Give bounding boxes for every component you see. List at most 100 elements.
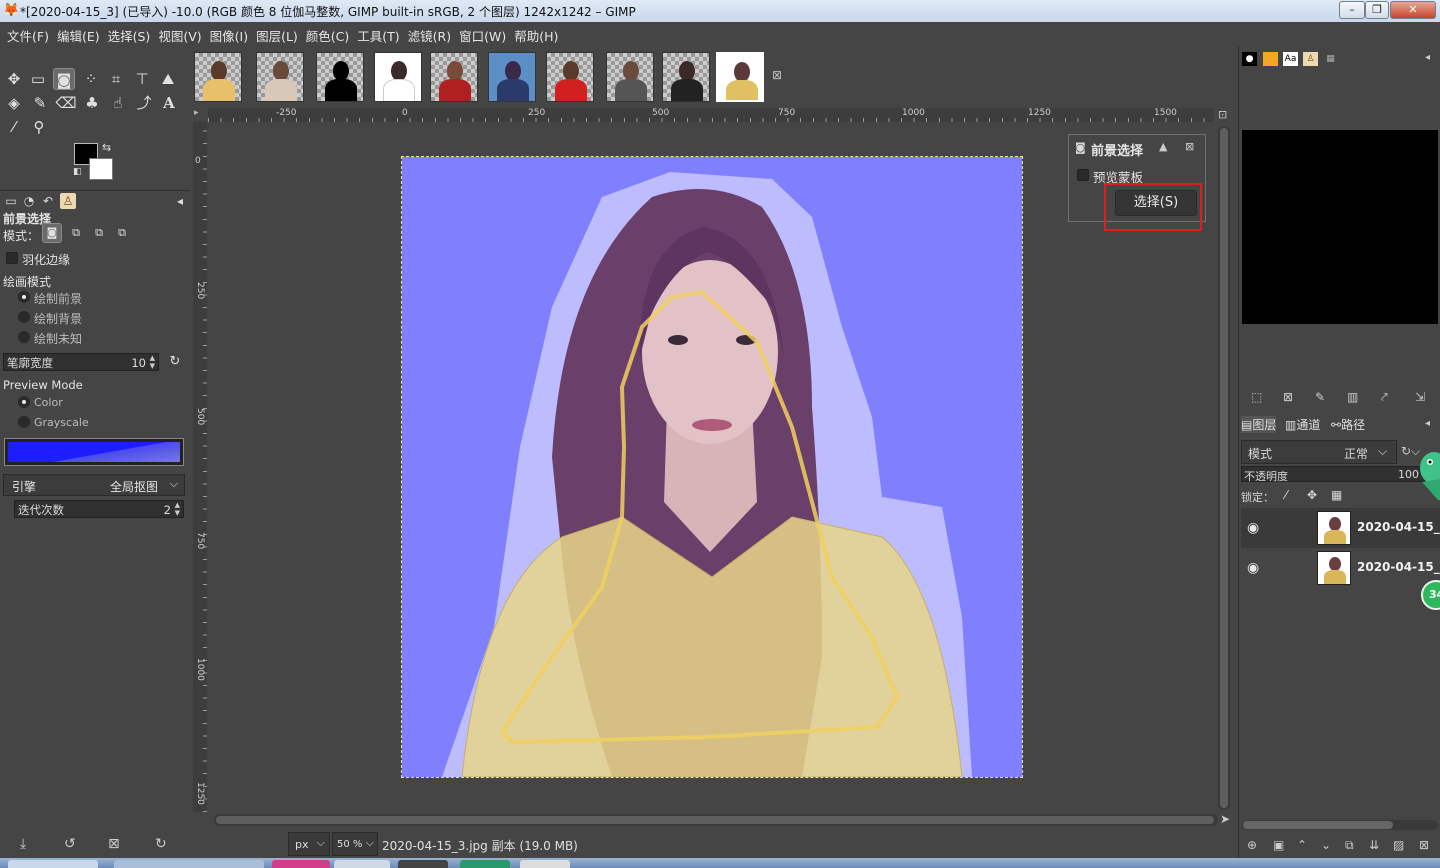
close-icon[interactable]: ⊠ <box>1185 140 1194 153</box>
menu-view[interactable]: 视图(V) <box>155 22 206 46</box>
menu-filters[interactable]: 滤镜(R) <box>405 22 456 46</box>
taskbar-item[interactable] <box>460 860 510 868</box>
mask-layer-icon[interactable]: ▨ <box>1393 838 1404 852</box>
save-options-icon[interactable]: ⤓ <box>20 836 26 852</box>
rect-select-tool-icon[interactable]: ▭ <box>27 68 49 90</box>
image-canvas[interactable] <box>208 122 1216 812</box>
anchor-layer-icon[interactable]: ⇊ <box>1369 838 1379 852</box>
tab-channels[interactable]: ▥通道 <box>1285 416 1320 433</box>
duplicate-icon[interactable]: ▥ <box>1347 390 1358 404</box>
quick-mask-menu-icon[interactable]: ▸ <box>194 108 206 120</box>
image-tab[interactable] <box>430 52 478 102</box>
reset-stroke-width-icon[interactable]: ↻ <box>164 351 186 373</box>
engine-combo[interactable]: 引擎 全局抠图 ⌵ <box>3 474 185 496</box>
image-with-mask[interactable] <box>401 156 1023 778</box>
lower-layer-icon[interactable]: ⌄ <box>1321 838 1331 852</box>
device-status-tab-icon[interactable]: ◔ <box>21 193 37 209</box>
layer-mode-combo[interactable]: 模式 正常 ⌵ <box>1241 440 1397 464</box>
zoom-combo[interactable]: 50 % ⌵ <box>332 832 378 856</box>
fuzzy-select-tool-icon[interactable]: ⁘ <box>80 68 102 90</box>
crop-tool-icon[interactable]: ⌗ <box>105 68 127 90</box>
lock-pixels-icon[interactable]: ⁄ <box>1285 488 1287 502</box>
close-tab-icon[interactable]: ⊠ <box>772 68 782 82</box>
new-layer-icon[interactable]: ⊕ <box>1247 838 1257 852</box>
menu-edit[interactable]: 编辑(E) <box>54 22 105 46</box>
edit-icon[interactable]: ✎ <box>1315 390 1325 404</box>
zoom-tool-icon[interactable]: ⚲ <box>28 116 50 138</box>
mode-add-icon[interactable]: ⧉ <box>66 223 86 243</box>
delete-layer-icon[interactable]: ⊠ <box>1419 838 1429 852</box>
clone-tool-icon[interactable]: ♣ <box>81 92 103 114</box>
image-tab[interactable] <box>374 52 422 102</box>
layer-row[interactable]: ◉ 2020-04-15_3 <box>1241 508 1440 548</box>
taskbar-item[interactable] <box>272 860 330 868</box>
configure-tab-icon[interactable]: ◂ <box>172 193 188 209</box>
restore-options-icon[interactable]: ↺ <box>64 836 76 852</box>
tab-layers[interactable]: ▤图层 <box>1241 416 1277 433</box>
draw-foreground-radio[interactable] <box>18 291 30 303</box>
image-tab[interactable] <box>606 52 654 102</box>
close-button[interactable]: ✕ <box>1390 1 1436 19</box>
opacity-field[interactable]: 不透明度 100 <box>1241 466 1440 483</box>
foreground-select-tool-icon[interactable]: ◙ <box>53 68 75 90</box>
draw-unknown-radio[interactable] <box>18 331 30 343</box>
stroke-width-spin-icon[interactable]: ▲ ▼ <box>150 354 155 370</box>
image-tab[interactable] <box>488 52 536 102</box>
taskbar-item[interactable] <box>114 860 264 868</box>
menu-help[interactable]: 帮助(H) <box>511 22 563 46</box>
new-layer-group-icon[interactable]: ▣ <box>1273 838 1284 852</box>
eraser-tool-icon[interactable]: ⌫ <box>55 92 77 114</box>
mode-subtract-icon[interactable]: ⧉ <box>89 223 109 243</box>
select-icon[interactable]: ⬚ <box>1251 390 1262 404</box>
patterns-tab-icon[interactable] <box>1263 52 1278 66</box>
mask-color-button[interactable] <box>4 438 184 466</box>
tab-paths[interactable]: ⚯路径 <box>1331 416 1365 433</box>
iterations-spin-icon[interactable]: ▲ ▼ <box>175 501 180 517</box>
raise-layer-icon[interactable]: ⌃ <box>1297 838 1307 852</box>
delete-options-icon[interactable]: ⊠ <box>108 836 120 852</box>
duplicate-layer-icon[interactable]: ⧉ <box>1345 838 1354 853</box>
image-tab[interactable] <box>316 52 364 102</box>
text-tool-icon[interactable]: A <box>158 92 180 114</box>
image-tab[interactable] <box>194 52 242 102</box>
zoom-image-icon[interactable]: ⊡ <box>1218 108 1227 121</box>
mode-replace-icon[interactable]: ◙ <box>42 223 62 243</box>
preview-color-radio[interactable] <box>18 396 30 408</box>
menu-tools[interactable]: 工具(T) <box>354 22 404 46</box>
preview-mask-checkbox[interactable] <box>1077 169 1089 181</box>
configure-tab-icon[interactable]: ◂ <box>1425 52 1430 63</box>
undo-history-tab-icon[interactable]: ↶ <box>40 193 56 209</box>
vertical-scrollbar[interactable] <box>1218 126 1230 810</box>
menu-colors[interactable]: 颜色(C) <box>303 22 354 46</box>
export-icon[interactable]: ⇲ <box>1415 390 1425 404</box>
fonts-tab-icon[interactable]: Aa <box>1283 52 1298 66</box>
warp-tool-icon[interactable]: ⛰ <box>157 68 179 90</box>
preview-grayscale-radio[interactable] <box>18 416 30 428</box>
color-picker-tool-icon[interactable]: ⁄ <box>3 116 25 138</box>
iterations-field[interactable]: 迭代次数 2 ▲ ▼ <box>14 500 184 518</box>
images-tab-icon[interactable]: ♙ <box>1303 52 1318 66</box>
reset-options-icon[interactable]: ↻ <box>155 836 167 852</box>
menu-select[interactable]: 选择(S) <box>105 22 156 46</box>
menu-windows[interactable]: 窗口(W) <box>456 22 511 46</box>
bucket-fill-tool-icon[interactable]: ◈ <box>3 92 25 114</box>
visibility-eye-icon[interactable]: ◉ <box>1247 560 1259 576</box>
image-tab-active[interactable] <box>716 52 764 102</box>
taskbar-item[interactable] <box>8 860 98 868</box>
transform-tool-icon[interactable]: ⊤ <box>131 68 153 90</box>
taskbar-item[interactable] <box>334 860 390 868</box>
swap-colors-icon[interactable]: ⇆ <box>102 141 111 154</box>
paths-tool-icon[interactable]: ⤴ <box>133 92 155 114</box>
delete-icon[interactable]: ⊠ <box>1283 390 1293 404</box>
unit-combo[interactable]: px ⌵ <box>288 832 330 856</box>
paintbrush-tool-icon[interactable]: ✎ <box>29 92 51 114</box>
lock-position-icon[interactable]: ✥ <box>1307 488 1317 502</box>
tool-options-tab-icon[interactable]: ▭ <box>3 193 19 209</box>
image-tab[interactable] <box>662 52 710 102</box>
images-tab-icon[interactable]: ♙ <box>60 193 76 209</box>
minimize-button[interactable]: – <box>1339 1 1365 19</box>
pin-icon[interactable]: ▲ <box>1159 140 1167 153</box>
navigate-icon[interactable]: ➤ <box>1220 812 1230 826</box>
draw-background-radio[interactable] <box>18 311 30 323</box>
horizontal-scrollbar[interactable] <box>214 814 1218 826</box>
